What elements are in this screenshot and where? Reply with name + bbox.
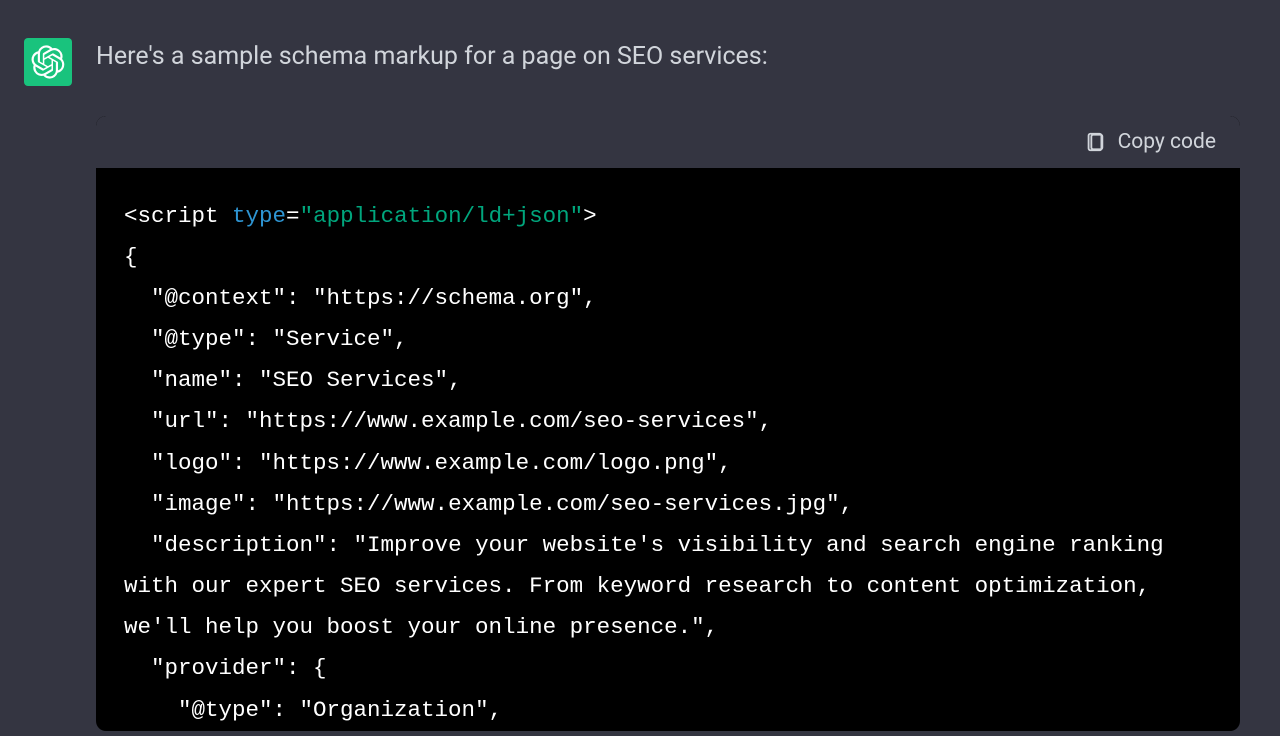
- code-block-header: Copy code: [96, 116, 1240, 168]
- code-token: >: [583, 203, 597, 229]
- code-token: [219, 203, 233, 229]
- assistant-message: Here's a sample schema markup for a page…: [0, 0, 1280, 731]
- code-line: "name": "SEO Services",: [124, 367, 462, 393]
- code-token: <script: [124, 203, 219, 229]
- copy-code-label: Copy code: [1118, 130, 1216, 154]
- code-line: "provider": {: [124, 655, 327, 681]
- copy-code-button[interactable]: Copy code: [1084, 130, 1216, 154]
- message-content: Here's a sample schema markup for a page…: [96, 38, 1256, 731]
- code-line: "@type": "Organization",: [124, 697, 502, 723]
- code-block: Copy code <script type="application/ld+j…: [96, 116, 1240, 731]
- code-content[interactable]: <script type="application/ld+json"> { "@…: [96, 168, 1240, 731]
- clipboard-icon: [1084, 131, 1106, 153]
- code-token: "application/ld+json": [300, 203, 584, 229]
- code-line: "@type": "Service",: [124, 326, 408, 352]
- code-line: "logo": "https://www.example.com/logo.pn…: [124, 450, 732, 476]
- code-line: "image": "https://www.example.com/seo-se…: [124, 491, 853, 517]
- openai-logo-icon: [31, 45, 65, 79]
- code-line: "@context": "https://schema.org",: [124, 285, 597, 311]
- code-token: =: [286, 203, 300, 229]
- assistant-avatar: [24, 38, 72, 86]
- code-line: {: [124, 244, 138, 270]
- code-line: "url": "https://www.example.com/seo-serv…: [124, 408, 772, 434]
- code-token: type: [232, 203, 286, 229]
- code-line: "description": "Improve your website's v…: [124, 532, 1177, 640]
- message-intro-text: Here's a sample schema markup for a page…: [96, 38, 1240, 76]
